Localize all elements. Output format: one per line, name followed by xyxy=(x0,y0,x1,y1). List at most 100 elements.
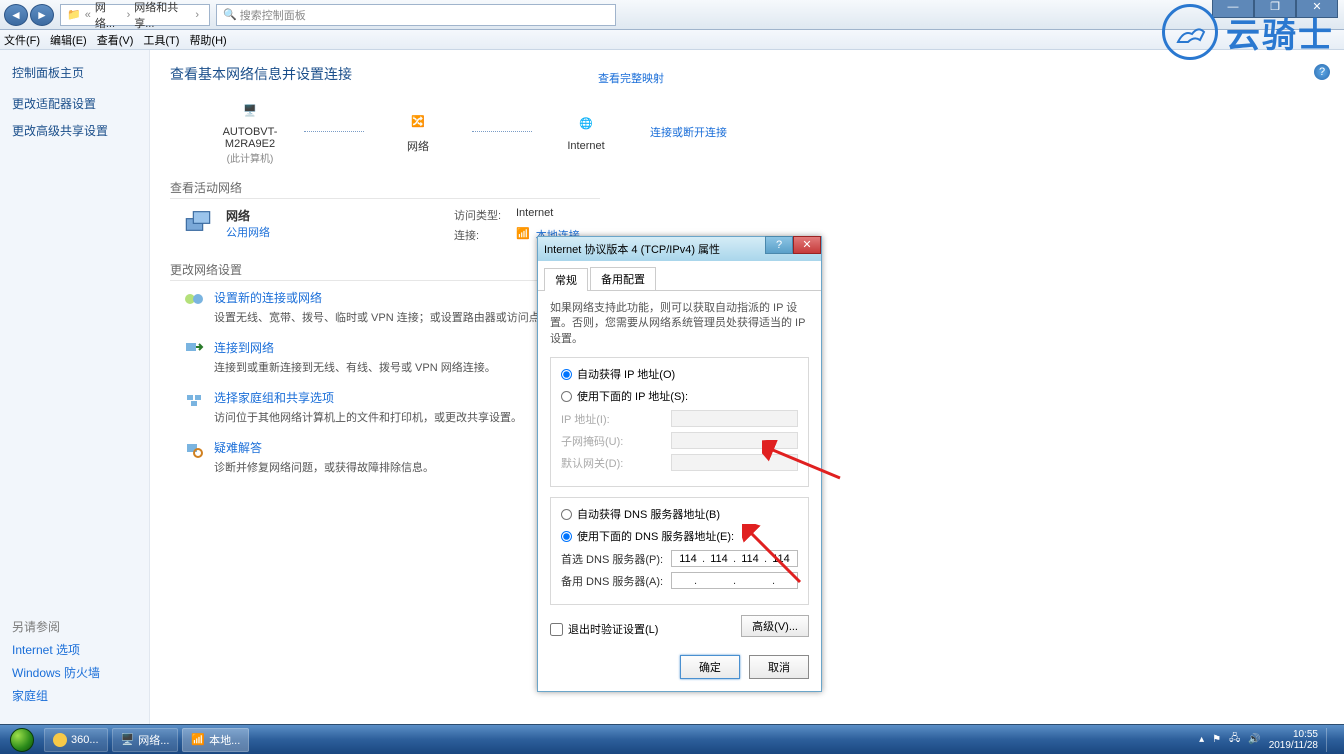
sidebar-sharing-settings[interactable]: 更改高级共享设置 xyxy=(12,122,137,139)
page-title: 查看基本网络信息并设置连接 xyxy=(170,64,1324,84)
connect-network-icon xyxy=(184,339,204,359)
tab-general[interactable]: 常规 xyxy=(544,268,588,291)
menu-file[interactable]: 文件(F) xyxy=(4,32,40,48)
ip-address-label: IP 地址(I): xyxy=(561,411,671,427)
search-placeholder: 搜索控制面板 xyxy=(240,7,306,23)
tray-volume-icon[interactable]: 🔊 xyxy=(1248,734,1260,745)
dns-auto-radio[interactable] xyxy=(561,509,572,520)
homegroup-sharing-link[interactable]: 选择家庭组和共享选项 xyxy=(214,389,522,406)
annotation-arrow xyxy=(742,524,802,584)
network-type-icon xyxy=(184,207,212,235)
cancel-button[interactable]: 取消 xyxy=(749,655,809,679)
menu-bar: 文件(F) 编辑(E) 查看(V) 工具(T) 帮助(H) xyxy=(0,30,1344,50)
connect-to-network-desc: 连接到或重新连接到无线、有线、拨号或 VPN 网络连接。 xyxy=(214,359,496,375)
windows-logo-icon xyxy=(10,728,34,752)
show-desktop-button[interactable] xyxy=(1326,728,1334,752)
taskbar-item-360[interactable]: 360... xyxy=(44,728,108,752)
alternate-dns-label: 备用 DNS 服务器(A): xyxy=(561,573,671,589)
ip-auto-label: 自动获得 IP 地址(O) xyxy=(577,366,675,382)
watermark-text: 云骑士 xyxy=(1226,8,1334,57)
control-panel-home-link[interactable]: 控制面板主页 xyxy=(12,64,137,81)
menu-view[interactable]: 查看(V) xyxy=(97,32,134,48)
address-toolbar: ◄ ► 📁 « 网络... › 网络和共享... › 🔍 搜索控制面板 xyxy=(0,0,1344,30)
dialog-tabs: 常规 备用配置 xyxy=(538,261,821,291)
connect-to-network-link[interactable]: 连接到网络 xyxy=(214,339,496,356)
node-network: 🔀 网络 xyxy=(368,110,468,154)
see-also-firewall[interactable]: Windows 防火墙 xyxy=(12,664,100,681)
left-sidebar: 控制面板主页 更改适配器设置 更改高级共享设置 另请参阅 Internet 选项… xyxy=(0,50,150,724)
network-name: 网络 xyxy=(226,207,270,224)
see-full-map-link[interactable]: 查看完整映射 xyxy=(598,70,664,86)
ip-auto-radio[interactable] xyxy=(561,369,572,380)
dialog-close-button[interactable]: ✕ xyxy=(793,236,821,254)
network-map: 🖥️ AUTOBVT-M2RA9E2 (此计算机) 🔀 网络 🌐 Interne… xyxy=(200,98,1324,165)
taskbar-item-network[interactable]: 🖥️ 网络... xyxy=(112,728,179,752)
help-icon[interactable]: ? xyxy=(1314,64,1330,80)
folder-icon: 📁 xyxy=(67,8,81,21)
connection-label: 连接: xyxy=(454,227,510,243)
menu-help[interactable]: 帮助(H) xyxy=(189,32,226,48)
troubleshoot-desc: 诊断并修复网络问题，或获得故障排除信息。 xyxy=(214,459,434,475)
setup-new-connection-desc: 设置无线、宽带、拨号、临时或 VPN 连接；或设置路由器或访问点。 xyxy=(214,309,551,325)
active-networks-label: 查看活动网络 xyxy=(170,179,600,199)
tray-clock[interactable]: 10:55 2019/11/28 xyxy=(1269,729,1318,751)
tray-chevron-icon[interactable]: ▴ xyxy=(1199,734,1204,745)
annotation-arrow xyxy=(762,440,842,480)
app-icon: 🖥️ xyxy=(121,733,135,746)
breadcrumb-part: 网络... xyxy=(95,0,123,31)
see-also-homegroup[interactable]: 家庭组 xyxy=(12,687,100,704)
node-pc: 🖥️ AUTOBVT-M2RA9E2 (此计算机) xyxy=(200,98,300,165)
menu-tools[interactable]: 工具(T) xyxy=(143,32,179,48)
homegroup-sharing-desc: 访问位于其他网络计算机上的文件和打印机，或更改共享设置。 xyxy=(214,409,522,425)
ip-address-input xyxy=(671,410,798,427)
sidebar-adapter-settings[interactable]: 更改适配器设置 xyxy=(12,95,137,112)
watermark-logo: 云骑士 xyxy=(1162,4,1334,60)
troubleshoot-link[interactable]: 疑难解答 xyxy=(214,439,434,456)
nav-back-button[interactable]: ◄ xyxy=(4,4,28,26)
ok-button[interactable]: 确定 xyxy=(680,655,740,679)
homegroup-icon xyxy=(184,389,204,409)
subnet-label: 子网掩码(U): xyxy=(561,433,671,449)
network-icon: 🔀 xyxy=(406,110,430,134)
system-tray: ▴ ⚑ 🖧 🔊 10:55 2019/11/28 xyxy=(1199,728,1340,752)
start-button[interactable] xyxy=(4,727,40,753)
new-connection-icon xyxy=(184,289,204,309)
taskbar-item-local[interactable]: 📶 本地... xyxy=(182,728,249,752)
dns-manual-label: 使用下面的 DNS 服务器地址(E): xyxy=(577,528,734,544)
advanced-button[interactable]: 高级(V)... xyxy=(741,615,809,637)
menu-edit[interactable]: 编辑(E) xyxy=(50,32,87,48)
computer-icon: 🖥️ xyxy=(238,98,262,122)
validate-checkbox[interactable] xyxy=(550,623,563,636)
ip-manual-radio[interactable] xyxy=(561,391,572,402)
app-icon: 📶 xyxy=(191,733,205,746)
breadcrumb[interactable]: 📁 « 网络... › 网络和共享... › xyxy=(60,4,210,26)
tab-alternate[interactable]: 备用配置 xyxy=(590,267,656,290)
network-type-link[interactable]: 公用网络 xyxy=(226,224,270,240)
taskbar: 360... 🖥️ 网络... 📶 本地... ▴ ⚑ 🖧 🔊 10:55 20… xyxy=(0,725,1344,754)
tray-flag-icon[interactable]: ⚑ xyxy=(1212,734,1221,745)
see-also-header: 另请参阅 xyxy=(12,618,100,635)
tray-network-icon[interactable]: 🖧 xyxy=(1229,731,1240,748)
nav-forward-button[interactable]: ► xyxy=(30,4,54,26)
dns-manual-radio[interactable] xyxy=(561,531,572,542)
see-also-section: 另请参阅 Internet 选项 Windows 防火墙 家庭组 xyxy=(12,618,100,710)
dns-auto-label: 自动获得 DNS 服务器地址(B) xyxy=(577,506,720,522)
node-internet: 🌐 Internet xyxy=(536,112,636,152)
app-icon xyxy=(53,733,67,747)
search-input[interactable]: 🔍 搜索控制面板 xyxy=(216,4,616,26)
gateway-label: 默认网关(D): xyxy=(561,455,671,471)
tray-date: 2019/11/28 xyxy=(1269,740,1318,751)
validate-label: 退出时验证设置(L) xyxy=(568,621,658,637)
setup-new-connection-link[interactable]: 设置新的连接或网络 xyxy=(214,289,551,306)
signal-icon: 📶 xyxy=(516,227,530,243)
dialog-titlebar[interactable]: Internet 协议版本 4 (TCP/IPv4) 属性 ? ✕ xyxy=(538,237,821,261)
breadcrumb-part: 网络和共享... xyxy=(134,0,191,31)
troubleshoot-icon xyxy=(184,439,204,459)
dialog-help-button[interactable]: ? xyxy=(765,236,793,254)
see-also-internet-options[interactable]: Internet 选项 xyxy=(12,641,100,658)
dialog-title-text: Internet 协议版本 4 (TCP/IPv4) 属性 xyxy=(544,241,720,257)
preferred-dns-label: 首选 DNS 服务器(P): xyxy=(561,551,671,567)
ip-manual-label: 使用下面的 IP 地址(S): xyxy=(577,388,688,404)
connect-disconnect-link[interactable]: 连接或断开连接 xyxy=(650,124,727,140)
tray-time: 10:55 xyxy=(1269,729,1318,740)
